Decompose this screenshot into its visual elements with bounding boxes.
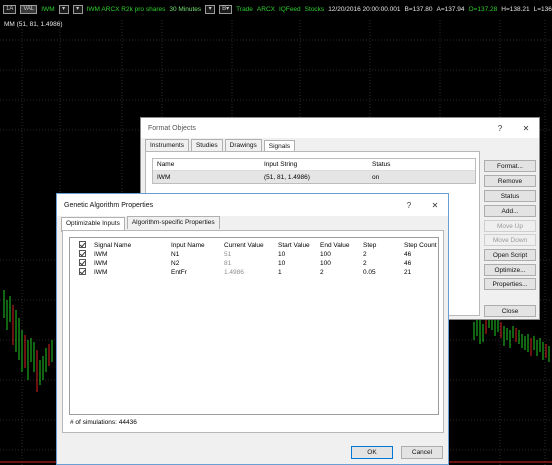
toolbar-button-2[interactable]: VAL	[20, 5, 38, 14]
current-value-cell: 51	[224, 250, 232, 258]
column-header-current-value[interactable]: Current Value	[224, 242, 264, 249]
table-row[interactable]: IWM EntFr 1.4986 1 2 0.05 21	[70, 268, 440, 276]
ga-titlebar[interactable]: Genetic Algorithm Properties ? ✕	[57, 194, 448, 216]
input-name-cell: EntFr	[171, 268, 187, 276]
study-label: MM (51, 81, 1.4986)	[4, 21, 63, 28]
interval-dropdown[interactable]: ▾	[205, 5, 216, 14]
symbol-dropdown-a[interactable]: ▾	[58, 5, 69, 14]
column-header-step[interactable]: Step	[363, 242, 376, 249]
status-button[interactable]: Status	[484, 190, 536, 202]
step-cell[interactable]: 2	[363, 251, 367, 258]
high-label: H=138.21	[501, 6, 530, 13]
signals-table-header: Name Input String Status	[153, 159, 475, 171]
cancel-button[interactable]: Cancel	[401, 446, 443, 459]
inputs-list-header: Signal Name Input Name Current Value Sta…	[70, 241, 440, 249]
open-label: O=137.28	[468, 6, 498, 13]
ga-title: Genetic Algorithm Properties	[64, 201, 154, 209]
symbol-description: IWM ARCX R2k pro shares	[86, 6, 166, 13]
signal-status-cell: on	[372, 173, 380, 181]
current-value-cell: 81	[224, 259, 232, 267]
signal-name-cell: IWM	[157, 173, 171, 181]
interval-label[interactable]: 30 Minutes	[169, 6, 201, 13]
start-value-cell[interactable]: 10	[278, 251, 285, 258]
format-button[interactable]: Format...	[484, 160, 536, 172]
ask-label: A=137.94	[436, 6, 465, 13]
inputs-list: Signal Name Input Name Current Value Sta…	[69, 237, 439, 415]
row-checkbox[interactable]	[79, 259, 86, 266]
datetime-label: 12/20/2016 20:00:00.001	[328, 6, 401, 13]
current-value-cell: 1.4986	[224, 268, 244, 276]
column-header-input-name[interactable]: Input Name	[171, 242, 205, 249]
column-header-end-value[interactable]: End Value	[320, 242, 350, 249]
signal-name-cell: IWM	[94, 268, 108, 276]
toolbar-button-1[interactable]: 1A	[3, 5, 17, 14]
column-header-status[interactable]: Status	[368, 161, 468, 168]
category-label: Stocks	[304, 6, 325, 13]
symbol-dropdown-b[interactable]: ▾	[72, 5, 83, 14]
format-objects-titlebar[interactable]: Format Objects ? ✕	[141, 118, 539, 138]
step-count-cell: 21	[404, 268, 412, 276]
signal-name-cell: IWM	[94, 259, 108, 267]
table-row[interactable]: IWM N2 81 10 100 2 46	[70, 259, 440, 267]
column-header-signal-name[interactable]: Signal Name	[94, 242, 131, 249]
simulations-count: # of simulations: 44436	[70, 419, 137, 426]
optimizable-inputs-panel: Signal Name Input Name Current Value Sta…	[62, 230, 444, 433]
signal-name-cell: IWM	[94, 250, 108, 258]
end-value-cell[interactable]: 2	[320, 269, 324, 276]
step-cell[interactable]: 2	[363, 260, 367, 267]
trade-label: Trade	[236, 6, 253, 13]
column-header-step-count[interactable]: Step Count	[404, 242, 437, 249]
help-icon[interactable]: ?	[396, 201, 422, 210]
close-button[interactable]: Close	[484, 305, 536, 317]
format-objects-title: Format Objects	[148, 124, 196, 132]
ok-button[interactable]: OK	[351, 446, 393, 459]
signals-table: Name Input String Status IWM (51, 81, 1.…	[152, 158, 476, 184]
remove-button[interactable]: Remove	[484, 175, 536, 187]
open-script-button[interactable]: Open Script	[484, 249, 536, 261]
table-row[interactable]: IWM N1 51 10 100 2 46	[70, 250, 440, 258]
close-icon[interactable]: ✕	[422, 201, 448, 210]
column-header-input-string[interactable]: Input String	[260, 161, 368, 168]
close-icon[interactable]: ✕	[513, 124, 539, 133]
start-value-cell[interactable]: 10	[278, 260, 285, 267]
input-name-cell: N2	[171, 259, 180, 267]
add-button[interactable]: Add...	[484, 205, 536, 217]
step-count-cell: 46	[404, 250, 412, 258]
help-icon[interactable]: ?	[487, 124, 513, 133]
column-header-start-value[interactable]: Start Value	[278, 242, 310, 249]
bid-label: B=137.80	[404, 6, 433, 13]
select-all-checkbox[interactable]	[79, 241, 86, 248]
genetic-algorithm-window: Genetic Algorithm Properties ? ✕ Optimiz…	[56, 193, 449, 465]
column-header-name[interactable]: Name	[153, 161, 260, 168]
tab-algorithm-properties[interactable]: Algorithm-specific Properties	[126, 216, 220, 229]
chart-toolbar: 1A VAL IWM ▾ ▾ IWM ARCX R2k pro shares 3…	[0, 0, 552, 19]
low-label: L=136	[533, 6, 552, 13]
step-count-cell: 46	[404, 259, 412, 267]
symbol-label[interactable]: IWM	[41, 6, 54, 13]
price-type-dropdown[interactable]: B▾	[219, 5, 233, 14]
row-checkbox[interactable]	[79, 250, 86, 257]
properties-button[interactable]: Properties...	[484, 278, 536, 290]
step-cell[interactable]: 0.05	[363, 269, 376, 276]
ga-tabs: Optimizable Inputs Algorithm-specific Pr…	[57, 216, 448, 232]
move-up-button[interactable]: Move Up	[484, 220, 536, 232]
optimize-button[interactable]: Optimize...	[484, 264, 536, 276]
input-name-cell: N1	[171, 250, 180, 258]
feed-label: IQFeed	[278, 6, 301, 13]
row-checkbox[interactable]	[79, 268, 86, 275]
signal-input-cell: (51, 81, 1.4986)	[264, 173, 310, 181]
end-value-cell[interactable]: 100	[320, 251, 331, 258]
start-value-cell[interactable]: 1	[278, 269, 282, 276]
end-value-cell[interactable]: 100	[320, 260, 331, 267]
exchange-label: ARCX	[256, 6, 275, 13]
table-row[interactable]: IWM (51, 81, 1.4986) on	[153, 171, 475, 183]
move-down-button[interactable]: Move Down	[484, 234, 536, 246]
